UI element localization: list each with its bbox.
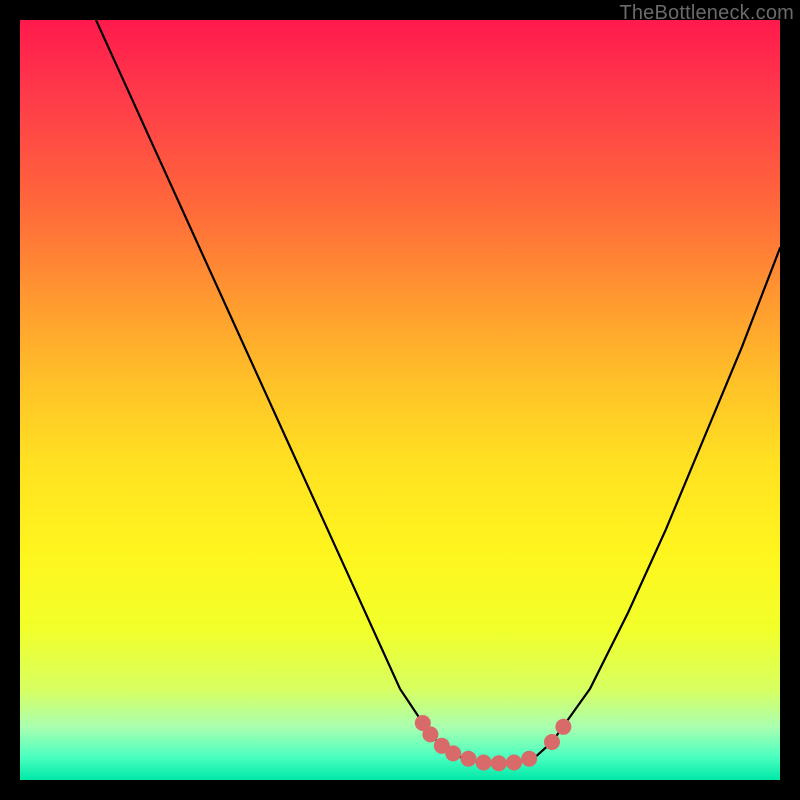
curve-marker [491, 755, 507, 771]
curve-marker [422, 726, 438, 742]
curve-marker [476, 755, 492, 771]
chart-frame: TheBottleneck.com [0, 0, 800, 800]
watermark-text: TheBottleneck.com [619, 2, 794, 25]
bottleneck-curve [96, 20, 780, 763]
curve-svg [20, 20, 780, 780]
curve-marker [445, 745, 461, 761]
curve-marker [544, 734, 560, 750]
plot-area [20, 20, 780, 780]
curve-marker [555, 719, 571, 735]
curve-marker [460, 751, 476, 767]
curve-marker [521, 751, 537, 767]
curve-marker [506, 755, 522, 771]
marker-group [415, 715, 572, 771]
